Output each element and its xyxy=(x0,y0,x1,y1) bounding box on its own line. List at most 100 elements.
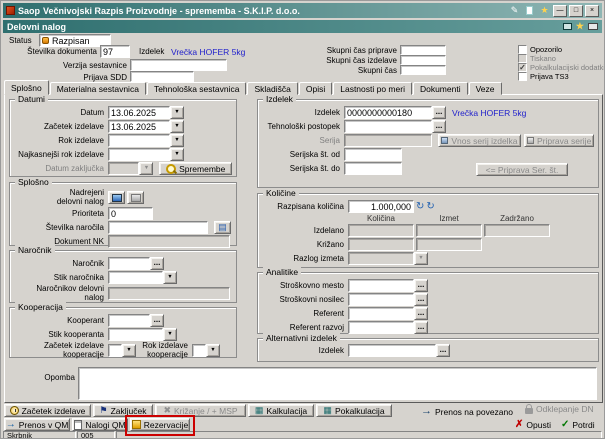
serijska-do-field[interactable] xyxy=(344,162,402,175)
stik-kooperanta-dropdown-button[interactable]: ▼ xyxy=(163,328,177,341)
tab-dokumenti[interactable]: Dokumenti xyxy=(412,82,468,95)
datum-dropdown-button[interactable]: ▼ xyxy=(170,106,184,119)
referent-lookup-button[interactable]: ... xyxy=(414,307,428,320)
app-icon xyxy=(6,6,15,15)
prenos-na-povezano-button[interactable]: → Prenos na povezano xyxy=(421,406,513,417)
narocnik-field[interactable] xyxy=(108,257,150,270)
prenos-v-qm-button[interactable]: → Prenos v QM xyxy=(4,418,70,431)
stroskovni-nosilec-field[interactable] xyxy=(348,293,414,306)
tab-opisi[interactable]: Opisi xyxy=(298,82,333,95)
datum-field[interactable]: 13.06.2025 xyxy=(108,106,170,119)
stroskovno-mesto-lookup-button[interactable]: ... xyxy=(414,279,428,292)
kooperant-field[interactable] xyxy=(108,314,150,327)
rok-kooperacije-dropdown-button[interactable]: ▼ xyxy=(206,344,220,357)
parent-order-lookup-button[interactable] xyxy=(108,191,125,204)
referent-razvoj-lookup-button[interactable]: ... xyxy=(414,321,428,334)
tab-veze[interactable]: Veze xyxy=(468,82,502,95)
zacetek-izdelave-field[interactable]: 13.06.2025 xyxy=(108,120,170,133)
tab-splosno[interactable]: Splošno xyxy=(4,80,49,95)
pokalkulacija-button[interactable]: ▦ Pokalkulacija xyxy=(316,404,392,417)
najkasnejsi-rok-dropdown-button[interactable]: ▼ xyxy=(170,148,184,161)
group-kolicine-title: Količine xyxy=(263,188,299,198)
potrdi-button[interactable]: ✓ Potrdi xyxy=(561,420,595,431)
maximize-button[interactable]: □ xyxy=(569,4,583,17)
checkbox-opozorilo[interactable]: Opozorilo xyxy=(518,45,562,54)
alternativni-izdelek-lookup-button[interactable]: ... xyxy=(436,344,450,357)
prioriteta-field[interactable]: 0 xyxy=(108,207,153,220)
alternativni-izdelek-field[interactable] xyxy=(348,344,436,357)
zacetek-izdelave-dropdown-button[interactable]: ▼ xyxy=(170,120,184,133)
rok-kooperacije-field[interactable] xyxy=(192,344,206,357)
status-value: Razpisan xyxy=(52,35,90,46)
rok-izdelave-field[interactable] xyxy=(108,134,170,147)
group-kooperacija: Kooperacija Kooperant ... Stik kooperant… xyxy=(9,302,237,359)
order-book-button[interactable]: ▤ xyxy=(214,221,231,234)
zacetek-izdelave-button[interactable]: Začetek izdelave xyxy=(4,404,91,417)
close-button[interactable]: × xyxy=(585,4,599,17)
star-icon[interactable]: ★ xyxy=(576,22,584,31)
referent-razvoj-field[interactable] xyxy=(348,321,414,334)
izdelek-code-field[interactable]: 0000000000180 xyxy=(344,106,432,119)
time-prep-label: Skupni čas priprave xyxy=(326,46,397,55)
edit-icon[interactable]: ✎ xyxy=(508,5,521,16)
tab-skladisca[interactable]: Skladišča xyxy=(247,82,298,95)
checkbox-box[interactable] xyxy=(518,45,527,54)
najkasnejsi-rok-field[interactable] xyxy=(108,148,170,161)
document-icon[interactable] xyxy=(523,5,536,16)
serijska-od-field[interactable] xyxy=(344,148,402,161)
rok-kooperacije-label: Rok izdelave kooperacije xyxy=(142,341,188,359)
opomba-label: Opomba xyxy=(44,373,75,382)
stik-kooperanta-field[interactable] xyxy=(108,328,163,341)
spremembe-button[interactable]: Spremembe xyxy=(159,162,232,175)
stevilka-narocila-field[interactable] xyxy=(108,221,208,234)
time-prep-field[interactable] xyxy=(400,45,446,55)
kooperant-lookup-button[interactable]: ... xyxy=(150,314,164,327)
datum-label: Datum xyxy=(80,108,104,117)
image-icon[interactable] xyxy=(562,23,572,30)
checkbox-label: Prijava TS3 xyxy=(530,72,569,81)
rok-izdelave-label: Rok izdelave xyxy=(58,136,104,145)
opusti-button[interactable]: ✗ Opusti xyxy=(515,420,551,431)
stik-narocnika-field[interactable] xyxy=(108,271,163,284)
chevron-down-icon: ▼ xyxy=(174,150,180,157)
doc-number-field[interactable]: 97 xyxy=(100,45,130,58)
minimize-button[interactable]: — xyxy=(553,4,567,17)
tehnoloski-postopek-field[interactable] xyxy=(344,120,432,133)
printer-icon[interactable] xyxy=(588,23,598,30)
tehnoloski-postopek-lookup-button[interactable]: ... xyxy=(432,120,446,133)
tab-tehnoloska-sestavnica[interactable]: Tehnološka sestavnica xyxy=(146,82,247,95)
spremembe-button-label: Spremembe xyxy=(179,163,226,174)
stroskovno-mesto-field[interactable] xyxy=(348,279,414,292)
star-icon[interactable]: ★ xyxy=(538,5,551,16)
izdelano-label: Izdelano xyxy=(313,226,344,235)
recalc-icon[interactable]: ↻ xyxy=(416,201,424,212)
magnifier-icon xyxy=(166,163,177,174)
statusbar-user: Skrbnik xyxy=(3,431,76,438)
referent-field[interactable] xyxy=(348,307,414,320)
tab-lastnosti-po-meri[interactable]: Lastnosti po meri xyxy=(333,82,412,95)
page-icon xyxy=(526,6,533,15)
app-name: Saop xyxy=(18,5,41,16)
stik-narocnika-dropdown-button[interactable]: ▼ xyxy=(163,271,177,284)
narocnik-lookup-button[interactable]: ... xyxy=(150,257,164,270)
opomba-textarea[interactable] xyxy=(78,367,597,400)
checkbox-prijava-ts3[interactable]: Prijava TS3 xyxy=(518,72,569,81)
zacetek-kooperacije-field[interactable] xyxy=(108,344,122,357)
kalkulacija-button[interactable]: ▦ Kalkulacija xyxy=(248,404,314,417)
tab-materialna-sestavnica[interactable]: Materialna sestavnica xyxy=(49,82,146,95)
zacetek-kooperacije-dropdown-button[interactable]: ▼ xyxy=(122,344,136,357)
rok-izdelave-dropdown-button[interactable]: ▼ xyxy=(170,134,184,147)
recalc-all-icon[interactable]: ↻ xyxy=(426,201,434,212)
checkbox-box[interactable] xyxy=(518,72,527,81)
nalogi-qm-button[interactable]: Nalogi QM xyxy=(72,418,128,431)
razpisana-kolicina-field[interactable]: 1.000,000 xyxy=(348,200,414,213)
time-make-field[interactable] xyxy=(400,55,446,65)
bom-version-field[interactable] xyxy=(130,59,227,71)
razlog-izmeta-dropdown-button: ▼ xyxy=(414,252,428,265)
stroskovni-nosilec-lookup-button[interactable]: ... xyxy=(414,293,428,306)
check-icon: ✓ xyxy=(519,62,526,72)
time-total-field[interactable] xyxy=(400,65,446,75)
tehnoloski-postopek-label: Tehnološki postopek xyxy=(267,122,341,131)
izdelek-lookup-button[interactable]: ... xyxy=(432,106,446,119)
saop-window: Saop Večnivojski Razpis Proizvodnje - sp… xyxy=(0,0,605,439)
